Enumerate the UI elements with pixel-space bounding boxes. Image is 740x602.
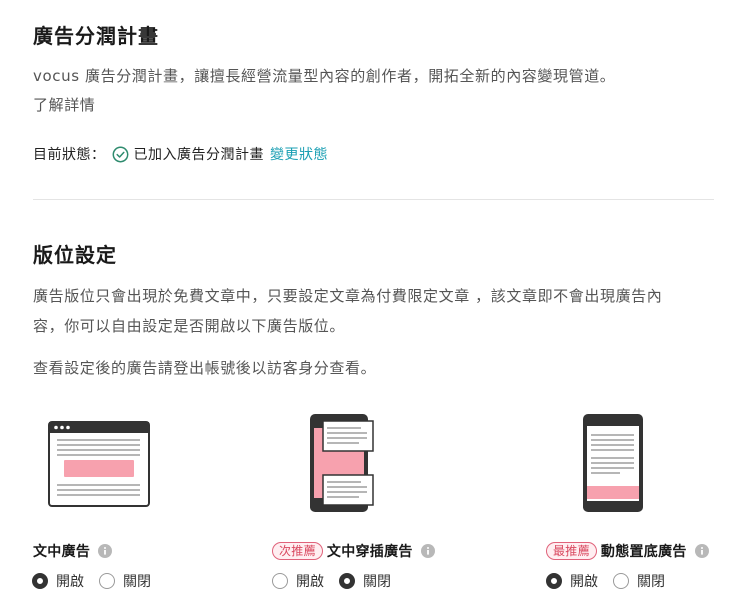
radio-on-in-article[interactable]: 開啟	[32, 571, 84, 591]
radio-group-in-article: 開啟 關閉	[32, 570, 166, 592]
placement-description-line1: 廣告版位只會出現於免費文章中，只要設定文章為付費限定文章 ，該文章即不會出現廣告…	[33, 287, 663, 305]
radio-label: 開啟	[296, 574, 324, 590]
change-status-link[interactable]: 變更狀態	[270, 144, 328, 164]
radio-group-interstitial: 開啟 關閉	[272, 570, 406, 592]
radio-indicator	[32, 573, 48, 589]
interstitial-ad-illustration	[310, 414, 374, 512]
radio-indicator	[99, 573, 115, 589]
ad-title: 文中廣告	[33, 544, 91, 560]
ad-label-interstitial: 次推薦 文中穿插廣告	[272, 540, 435, 562]
check-circle-icon	[112, 146, 129, 163]
ad-label-in-article: 文中廣告	[33, 540, 113, 562]
info-icon[interactable]	[694, 544, 709, 558]
learn-more-link[interactable]: 了解詳情	[33, 94, 95, 115]
radio-indicator	[613, 573, 629, 589]
status-label: 目前狀態：	[33, 147, 106, 163]
in-article-ad-illustration	[48, 421, 150, 507]
placement-note: 查看設定後的廣告請登出帳號後以訪客身分查看。	[33, 359, 377, 377]
section-divider	[33, 199, 714, 200]
ad-title: 動態置底廣告	[600, 544, 687, 560]
revenue-share-description: vocus 廣告分潤計畫，讓擅長經營流量型內容的創作者，開拓全新的內容變現管道。	[33, 67, 616, 85]
placement-description-line2: 容，你可以自由設定是否開啟以下廣告版位。	[33, 317, 346, 335]
radio-label: 關閉	[123, 574, 151, 590]
radio-label: 開啟	[570, 574, 598, 590]
radio-group-sticky-bottom: 開啟 關閉	[546, 570, 680, 592]
recommend-badge: 最推薦	[546, 542, 597, 560]
radio-off-sticky-bottom[interactable]: 關閉	[613, 571, 665, 591]
radio-indicator	[272, 573, 288, 589]
recommend-badge: 次推薦	[272, 542, 323, 560]
placement-title: 版位設定	[33, 243, 117, 267]
ad-title: 文中穿插廣告	[326, 544, 413, 560]
status-value: 已加入廣告分潤計畫	[133, 147, 264, 163]
radio-label: 開啟	[56, 574, 84, 590]
radio-label: 關閉	[363, 574, 391, 590]
ad-label-sticky-bottom: 最推薦 動態置底廣告	[546, 540, 709, 562]
sticky-bottom-ad-illustration	[583, 414, 643, 512]
radio-off-in-article[interactable]: 關閉	[99, 571, 151, 591]
radio-indicator	[339, 573, 355, 589]
radio-off-interstitial[interactable]: 關閉	[339, 571, 391, 591]
radio-label: 關閉	[637, 574, 665, 590]
radio-indicator	[546, 573, 562, 589]
info-icon[interactable]	[98, 544, 113, 558]
radio-on-interstitial[interactable]: 開啟	[272, 571, 324, 591]
radio-on-sticky-bottom[interactable]: 開啟	[546, 571, 598, 591]
revenue-share-title: 廣告分潤計畫	[33, 24, 159, 48]
status-row: 目前狀態： 已加入廣告分潤計畫 變更狀態	[33, 143, 328, 165]
info-icon[interactable]	[420, 544, 435, 558]
